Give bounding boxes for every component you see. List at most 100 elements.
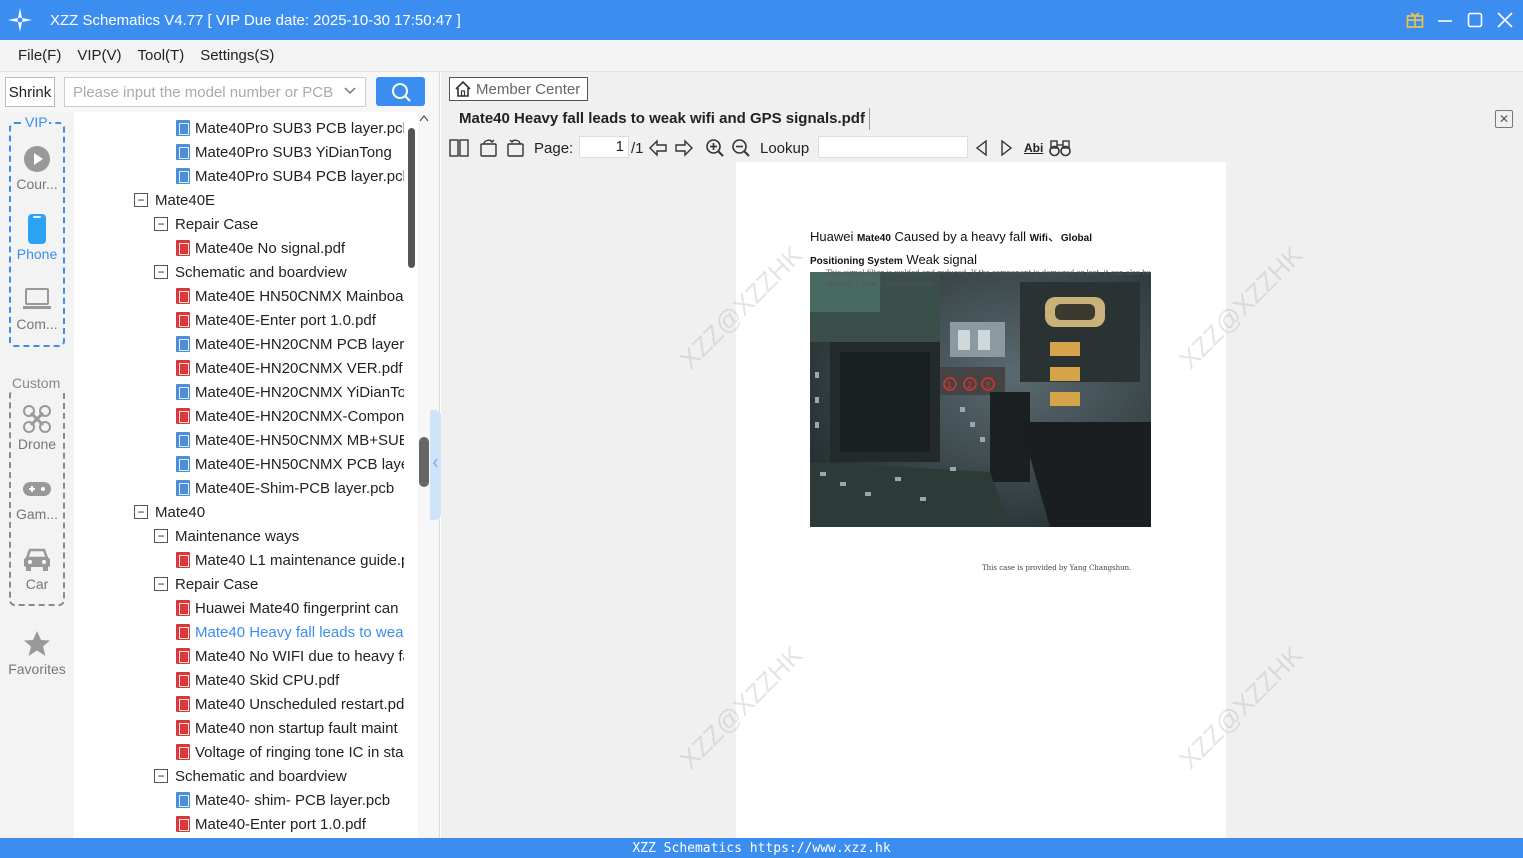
tree-file[interactable]: Mate40Pro SUB4 PCB layer.pcb <box>176 164 404 188</box>
minimize-icon[interactable] <box>1435 10 1455 30</box>
tree-file[interactable]: Mate40Pro SUB3 PCB layer.pcb <box>176 116 404 140</box>
tree-file[interactable]: Mate40 Skid CPU.pdf <box>176 668 404 692</box>
pdf-file-icon <box>176 648 190 664</box>
tree-file[interactable]: Mate40e No signal.pdf <box>176 236 404 260</box>
search-placeholder: Please input the model number or PCB <box>73 83 334 101</box>
tree-scrollbar[interactable] <box>408 128 415 268</box>
nav-phone[interactable]: Phone <box>0 212 74 262</box>
search-input[interactable]: Please input the model number or PCB <box>64 77 366 107</box>
lookup-input[interactable] <box>818 136 968 158</box>
tree-file[interactable]: Mate40 Heavy fall leads to weak <box>176 620 404 644</box>
tree-file[interactable]: Mate40E-HN20CNMX VER.pdf <box>176 356 404 380</box>
tree-file[interactable]: Mate40- shim- PCB layer.pcb <box>176 788 404 812</box>
menu-file[interactable]: File(F) <box>18 47 61 64</box>
binoculars-icon[interactable] <box>1049 138 1071 158</box>
search-button[interactable] <box>376 77 425 106</box>
tree-item-label: Mate40Pro SUB4 PCB layer.pcb <box>195 167 404 185</box>
tree-file[interactable]: Mate40E-Enter port 1.0.pdf <box>176 308 404 332</box>
pdf-page[interactable]: Huawei Mate40 Caused by a heavy fall Wif… <box>736 162 1226 838</box>
find-next-icon[interactable] <box>1000 138 1014 158</box>
panel-splitter-handle[interactable] <box>419 437 429 487</box>
nav-label: Phone <box>16 246 58 262</box>
menu-settings[interactable]: Settings(S) <box>200 47 274 64</box>
pcb-file-icon <box>176 480 190 496</box>
tree-file[interactable]: Mate40 No WIFI due to heavy fall <box>176 644 404 668</box>
nav-favorites[interactable]: Favorites <box>0 627 74 677</box>
page-number-input[interactable]: 1 <box>579 136 629 158</box>
scroll-up-arrow-icon[interactable] <box>419 114 429 125</box>
maximize-icon[interactable] <box>1465 10 1485 30</box>
document-tab[interactable]: Mate40 Heavy fall leads to weak wifi and… <box>441 106 1523 134</box>
rotate-right-icon[interactable] <box>505 138 525 158</box>
collapse-toggle-icon[interactable]: − <box>154 265 168 279</box>
tree-file[interactable]: Mate40E-HN20CNMX-Component <box>176 404 404 428</box>
tree-file[interactable]: Mate40-Enter port 1.0.pdf <box>176 812 404 836</box>
collapse-toggle-icon[interactable]: − <box>154 529 168 543</box>
pcb-file-icon <box>176 168 190 184</box>
collapse-toggle-icon[interactable]: − <box>134 505 148 519</box>
tree-file[interactable]: Mate40E-HN20CNM PCB layer.pcb <box>176 332 404 356</box>
find-prev-icon[interactable] <box>974 138 988 158</box>
pdf-title-text: Wifi <box>1029 233 1048 244</box>
search-row: Shrink Please input the model number or … <box>0 72 440 112</box>
zoom-out-icon[interactable] <box>731 138 751 158</box>
tree-file[interactable]: Mate40E-Shim-PCB layer.pcb <box>176 476 404 500</box>
tree-folder[interactable]: − Schematic and boardview <box>154 764 404 788</box>
tree-file[interactable]: Mate40E-HN50CNMX PCB layer <box>176 452 404 476</box>
gift-box-icon[interactable] <box>1405 10 1425 30</box>
tree-folder[interactable]: − Mate40 <box>134 500 404 524</box>
tree-folder[interactable]: − Repair Case <box>154 212 404 236</box>
nav-car[interactable]: Car <box>0 542 74 592</box>
tree-item-label: Mate40 non startup fault maint <box>195 719 398 737</box>
zoom-in-icon[interactable] <box>705 138 725 158</box>
close-icon[interactable] <box>1495 10 1515 30</box>
pdf-file-icon <box>176 816 190 832</box>
nav-game[interactable]: Gam... <box>0 472 74 522</box>
tree-folder[interactable]: − Maintenance ways <box>154 524 404 548</box>
nav-label: Drone <box>17 436 57 452</box>
menu-tool[interactable]: Tool(T) <box>138 47 185 64</box>
nav-drone[interactable]: Drone <box>0 402 74 452</box>
nav-label: Car <box>25 576 49 592</box>
shrink-button[interactable]: Shrink <box>5 77 55 107</box>
tree-item-label: Mate40 Skid CPU.pdf <box>195 671 340 689</box>
next-page-icon[interactable] <box>674 138 694 158</box>
tree-file[interactable]: Mate40 non startup fault maint <box>176 716 404 740</box>
close-tab-icon[interactable]: ✕ <box>1495 110 1513 128</box>
tree-file[interactable]: Mate40 Unscheduled restart.pdf <box>176 692 404 716</box>
tree-item-label: Maintenance ways <box>175 527 300 545</box>
tree-file[interactable]: Mate40E HN50CNMX Mainboard <box>176 284 404 308</box>
tree-folder[interactable]: − Mate40E <box>134 188 404 212</box>
pdf-title-text: Caused by a heavy fall <box>890 229 1030 244</box>
nav-courses[interactable]: Cour... <box>0 142 74 192</box>
collapse-toggle-icon[interactable]: − <box>134 193 148 207</box>
chevron-down-icon[interactable] <box>343 84 357 102</box>
custom-label: Custom <box>11 375 62 391</box>
member-center-button[interactable]: Member Center <box>449 77 588 101</box>
status-bar: XZZ Schematics https://www.xzz.hk <box>0 838 1523 858</box>
menu-vip[interactable]: VIP(V) <box>77 47 121 64</box>
file-tree[interactable]: Mate40Pro SUB3 PCB layer.pcb Mate40Pro SU… <box>74 112 418 838</box>
tree-folder[interactable]: − Repair Case <box>154 572 404 596</box>
collapse-toggle-icon[interactable]: − <box>154 769 168 783</box>
tree-file[interactable]: Mate40Pro SUB3 YiDianTong <box>176 140 404 164</box>
rotate-left-icon[interactable] <box>479 138 499 158</box>
tree-file[interactable]: Mate40E-HN20CNMX YiDianTong <box>176 380 404 404</box>
tree-file[interactable]: Mate40 L1 maintenance guide.pdf <box>176 548 404 572</box>
tree-file[interactable]: Voltage of ringing tone IC in sta <box>176 740 404 764</box>
tab-separator <box>869 108 870 130</box>
nav-computer[interactable]: Com... <box>0 282 74 332</box>
match-case-button[interactable]: Abi <box>1024 138 1043 158</box>
tree-item-label: Mate40- shim- PCB layer.pcb <box>195 791 391 809</box>
tree-folder[interactable]: − Schematic and boardview <box>154 260 404 284</box>
tree-item-label: Repair Case <box>175 575 259 593</box>
member-center-label: Member Center <box>476 80 581 98</box>
collapse-toggle-icon[interactable]: − <box>154 217 168 231</box>
laptop-icon <box>0 282 74 316</box>
collapse-toggle-icon[interactable]: − <box>154 577 168 591</box>
two-page-icon[interactable] <box>449 138 469 158</box>
tree-file[interactable]: Huawei Mate40 fingerprint can <box>176 596 404 620</box>
pdf-title-text: Mate40 <box>856 233 891 244</box>
prev-page-icon[interactable] <box>648 138 668 158</box>
tree-file[interactable]: Mate40E-HN50CNMX MB+SUB <box>176 428 404 452</box>
